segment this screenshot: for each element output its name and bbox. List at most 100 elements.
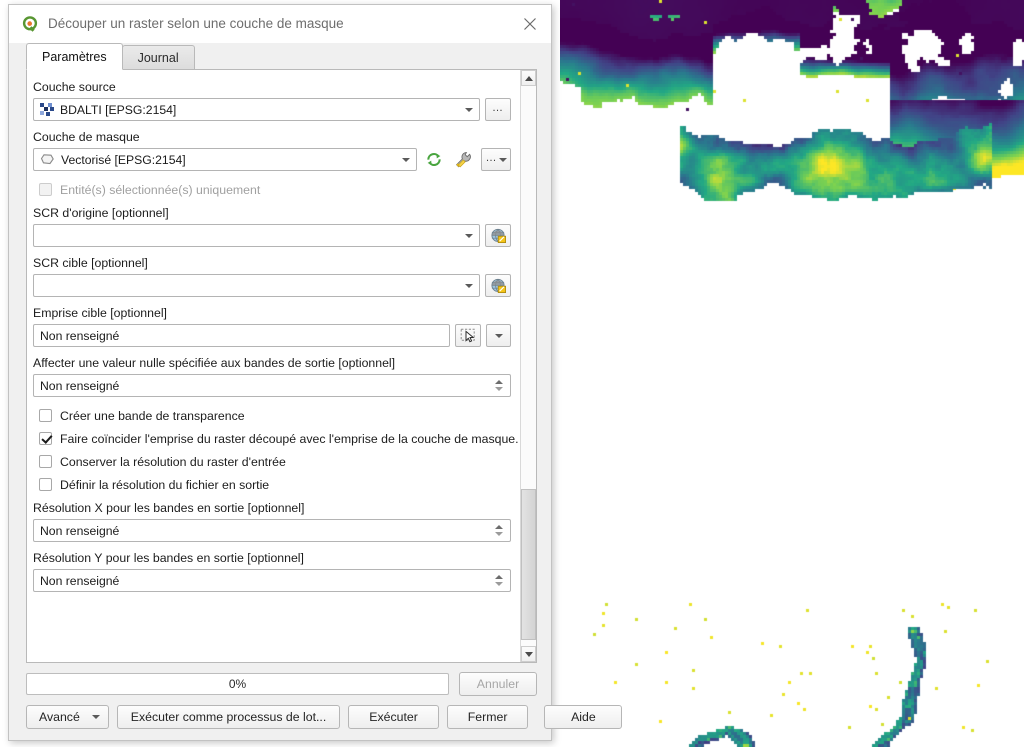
chevron-down-icon: [495, 334, 503, 338]
chevron-up-icon: [525, 76, 533, 81]
target-crs-combo[interactable]: [33, 274, 480, 297]
raster-layer-icon: [40, 103, 54, 117]
source-layer-label: Couche source: [33, 79, 511, 95]
nodata-value-label: Affecter une valeur nulle spécifiée aux …: [33, 355, 511, 371]
selected-features-checkbox-row: Entité(s) sélectionnée(s) uniquement: [39, 179, 511, 200]
map-canvas-area[interactable]: [560, 0, 1024, 747]
selected-features-checkbox: [39, 183, 52, 196]
scroll-down-button[interactable]: [521, 646, 536, 662]
target-crs-chevron-down-icon[interactable]: [459, 275, 479, 296]
field-source-layer: Couche source: [33, 79, 511, 121]
scrollbar-thumb[interactable]: [521, 489, 536, 640]
progress-text: 0%: [229, 677, 246, 691]
selected-features-label: Entité(s) sélectionnée(s) uniquement: [60, 183, 260, 197]
keep-resolution-checkbox-row[interactable]: Conserver la résolution du raster d'entr…: [39, 451, 511, 472]
raster-map-preview[interactable]: [560, 0, 1024, 747]
dialog-footer: 0% Annuler Avancé Exécuter comme process…: [9, 663, 551, 740]
screen-root: Découper un raster selon une couche de m…: [0, 0, 1024, 747]
target-extent-label: Emprise cible [optionnel]: [33, 305, 511, 321]
parameters-scrollbar[interactable]: [520, 70, 536, 662]
alpha-band-checkbox-row[interactable]: Créer une bande de transparence: [39, 405, 511, 426]
alpha-band-checkbox[interactable]: [39, 409, 52, 422]
help-button-label: Aide: [571, 710, 596, 724]
source-crs-select-button[interactable]: [485, 224, 511, 247]
source-layer-value: BDALTI [EPSG:2154]: [60, 103, 459, 117]
source-layer-chevron-down-icon[interactable]: [459, 99, 479, 120]
resolution-x-spinbox[interactable]: Non renseigné: [33, 519, 511, 542]
close-button-label: Fermer: [468, 710, 508, 724]
nodata-value-spinbox[interactable]: Non renseigné: [33, 374, 511, 397]
dialog-tabs: Paramètres Journal: [9, 43, 551, 70]
mask-layer-combo[interactable]: Vectorisé [EPSG:2154]: [33, 148, 417, 171]
source-crs-combo[interactable]: [33, 224, 480, 247]
mask-layer-browse-button[interactable]: …: [481, 148, 511, 171]
field-target-extent: Emprise cible [optionnel] Non renseigné: [33, 305, 511, 347]
resolution-y-stepper[interactable]: [492, 575, 506, 586]
target-extent-value: Non renseigné: [40, 329, 445, 343]
nodata-value-stepper[interactable]: [492, 380, 506, 391]
target-extent-input[interactable]: Non renseigné: [33, 324, 450, 347]
nodata-value-text: Non renseigné: [40, 379, 492, 393]
tab-journal-label: Journal: [138, 51, 179, 65]
tab-parametres[interactable]: Paramètres: [26, 43, 123, 70]
match-extent-checkbox-row[interactable]: Faire coïncider l'emprise du raster déco…: [39, 428, 511, 449]
chevron-down-icon: [92, 715, 100, 719]
close-icon[interactable]: [519, 13, 541, 35]
run-button[interactable]: Exécuter: [348, 705, 439, 729]
mask-layer-label: Couche de masque: [33, 129, 511, 145]
run-as-batch-label: Exécuter comme processus de lot...: [131, 710, 326, 724]
keep-resolution-label: Conserver la résolution du raster d'entr…: [60, 455, 286, 469]
crs-globe-icon: [490, 228, 507, 244]
resolution-x-value: Non renseigné: [40, 524, 492, 538]
wrench-icon[interactable]: [451, 148, 476, 171]
select-extent-icon: [460, 328, 477, 343]
field-target-crs: SCR cible [optionnel]: [33, 255, 511, 297]
target-crs-select-button[interactable]: [485, 274, 511, 297]
target-crs-label: SCR cible [optionnel]: [33, 255, 511, 271]
crs-globe-icon: [490, 278, 507, 294]
mask-layer-chevron-down-icon[interactable]: [396, 149, 416, 170]
polygon-layer-icon: [40, 153, 55, 166]
set-resolution-label: Définir la résolution du fichier en sort…: [60, 478, 269, 492]
field-source-crs: SCR d'origine [optionnel]: [33, 205, 511, 247]
set-resolution-checkbox-row[interactable]: Définir la résolution du fichier en sort…: [39, 474, 511, 495]
alpha-band-label: Créer une bande de transparence: [60, 409, 245, 423]
refresh-icon[interactable]: [422, 148, 446, 171]
source-crs-chevron-down-icon[interactable]: [459, 225, 479, 246]
source-layer-combo[interactable]: BDALTI [EPSG:2154]: [33, 98, 480, 121]
mask-layer-browse-label: …: [486, 152, 497, 168]
resolution-x-label: Résolution X pour les bandes en sortie […: [33, 500, 511, 516]
processing-dialog: Découper un raster selon une couche de m…: [8, 4, 552, 741]
cancel-button[interactable]: Annuler: [459, 672, 537, 696]
mask-layer-value: Vectorisé [EPSG:2154]: [61, 153, 396, 167]
progress-row: 0% Annuler: [26, 672, 537, 696]
resolution-y-spinbox[interactable]: Non renseigné: [33, 569, 511, 592]
tab-journal[interactable]: Journal: [122, 45, 195, 70]
dialog-title: Découper un raster selon une couche de m…: [48, 16, 519, 31]
mask-layer-browse-chevron-down-icon: [499, 158, 507, 162]
scrollbar-track[interactable]: [521, 86, 536, 646]
advanced-button-label: Avancé: [39, 710, 80, 724]
keep-resolution-checkbox[interactable]: [39, 455, 52, 468]
run-button-label: Exécuter: [369, 710, 418, 724]
close-button[interactable]: Fermer: [447, 705, 529, 729]
resolution-x-stepper[interactable]: [492, 525, 506, 536]
cancel-button-label: Annuler: [477, 677, 519, 691]
match-extent-checkbox[interactable]: [39, 432, 52, 445]
field-nodata-value: Affecter une valeur nulle spécifiée aux …: [33, 355, 511, 397]
resolution-y-label: Résolution Y pour les bandes en sortie […: [33, 550, 511, 566]
advanced-button[interactable]: Avancé: [26, 705, 109, 729]
target-extent-pick-button[interactable]: [455, 324, 481, 347]
run-as-batch-button[interactable]: Exécuter comme processus de lot...: [117, 705, 340, 729]
field-mask-layer: Couche de masque Vectorisé [EPSG:2154]: [33, 129, 511, 171]
scroll-up-button[interactable]: [521, 70, 536, 86]
progress-bar: 0%: [26, 673, 449, 695]
action-button-row: Avancé Exécuter comme processus de lot..…: [26, 705, 537, 729]
resolution-y-value: Non renseigné: [40, 574, 492, 588]
source-layer-browse-button[interactable]: …: [485, 98, 511, 121]
chevron-down-icon: [525, 652, 533, 657]
help-button[interactable]: Aide: [544, 705, 622, 729]
set-resolution-checkbox[interactable]: [39, 478, 52, 491]
target-extent-menu-button[interactable]: [486, 324, 511, 347]
parameters-panel: Couche source: [26, 70, 537, 663]
